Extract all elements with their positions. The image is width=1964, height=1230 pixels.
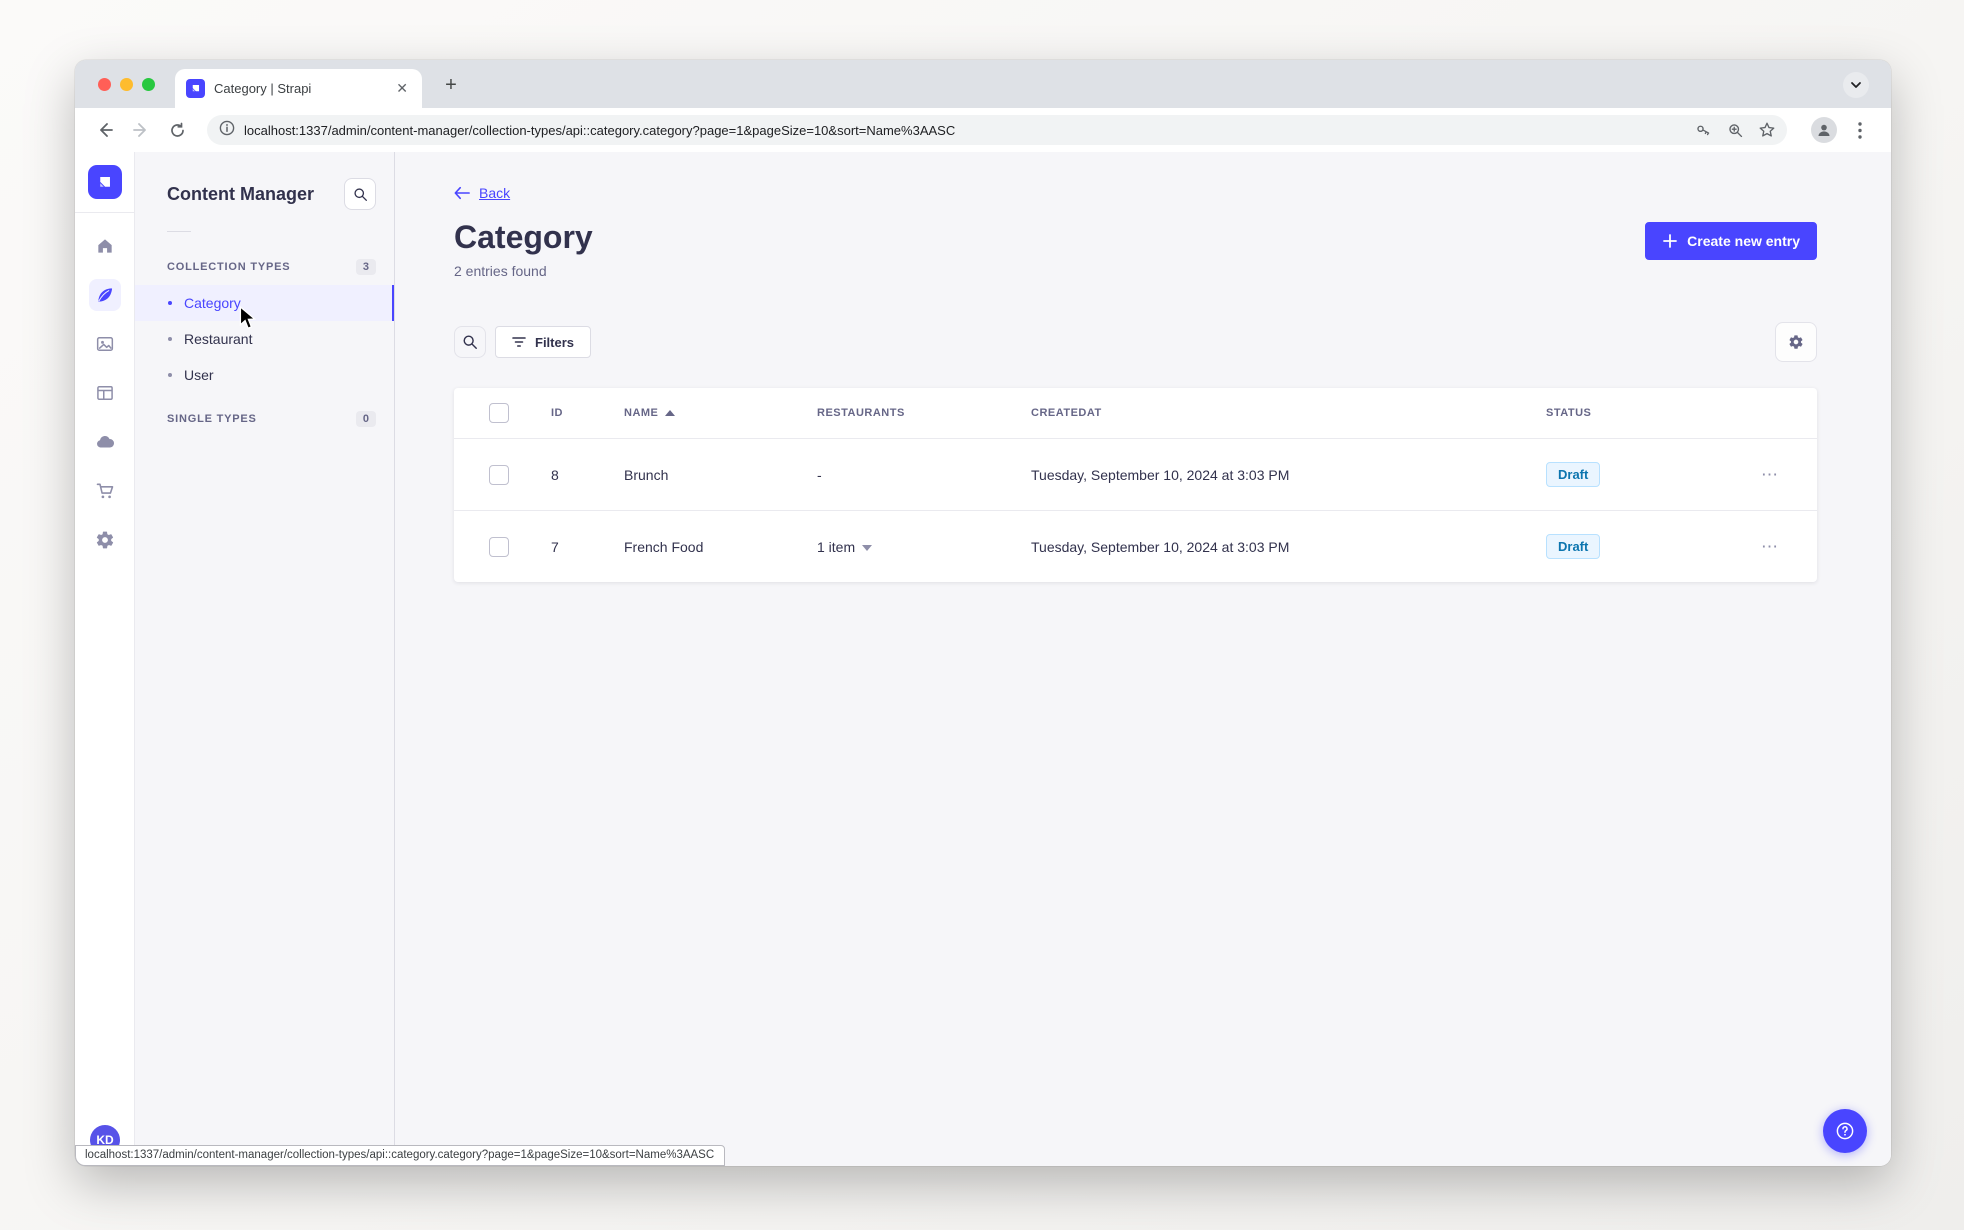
main-nav-rail: KD <box>75 152 135 1166</box>
cell-id: 8 <box>551 466 559 483</box>
address-bar[interactable]: localhost:1337/admin/content-manager/col… <box>207 115 1787 145</box>
entries-table: ID NAME RESTAURANTS CREATEDAT STATUS 8 B… <box>454 388 1817 582</box>
bullet-icon <box>168 301 172 305</box>
back-nav-icon[interactable] <box>91 116 119 144</box>
content-manager-subnav: Content Manager COLLECTION TYPES 3 Categ… <box>135 152 395 1166</box>
collection-types-list: Category Restaurant User <box>135 285 394 393</box>
back-link[interactable]: Back <box>454 185 510 201</box>
reload-icon[interactable] <box>163 116 191 144</box>
page-title: Category <box>454 219 593 255</box>
select-all-checkbox[interactable] <box>489 403 509 423</box>
page-info-icon[interactable] <box>219 120 235 141</box>
bullet-icon <box>168 373 172 377</box>
cell-restaurants: - <box>817 466 822 483</box>
mouse-cursor <box>237 305 259 335</box>
cell-name: French Food <box>624 538 704 555</box>
settings-gear-icon[interactable] <box>89 524 121 556</box>
filter-icon <box>512 337 526 347</box>
column-header-createdat[interactable]: CREATEDAT <box>1031 407 1546 419</box>
column-header-name[interactable]: NAME <box>624 407 817 419</box>
bookmark-star-icon[interactable] <box>1753 116 1781 144</box>
forward-nav-icon[interactable] <box>127 116 155 144</box>
subnav-search-button[interactable] <box>344 178 376 210</box>
content-manager-icon[interactable] <box>88 279 121 311</box>
maximize-window-button[interactable] <box>142 78 155 91</box>
single-types-count-badge: 0 <box>355 411 376 427</box>
divider <box>167 231 191 232</box>
sidebar-item-label: Category <box>184 295 241 311</box>
tab-close-icon[interactable]: ✕ <box>394 80 410 97</box>
plus-icon <box>1663 234 1678 248</box>
collection-types-count-badge: 3 <box>355 259 376 275</box>
browser-menu-icon[interactable] <box>1847 117 1873 143</box>
sidebar-item-restaurant[interactable]: Restaurant <box>135 321 394 357</box>
status-bar-url: localhost:1337/admin/content-manager/col… <box>75 1145 726 1166</box>
table-header-row: ID NAME RESTAURANTS CREATEDAT STATUS <box>454 388 1817 438</box>
sidebar-item-label: User <box>184 367 214 383</box>
subnav-title: Content Manager <box>167 183 315 204</box>
row-actions-menu-icon[interactable]: ⋯ <box>1744 537 1817 557</box>
minimize-window-button[interactable] <box>120 78 133 91</box>
help-button[interactable] <box>1823 1109 1867 1153</box>
entries-count: 2 entries found <box>454 263 547 279</box>
browser-toolbar: localhost:1337/admin/content-manager/col… <box>75 108 1891 152</box>
close-window-button[interactable] <box>98 78 111 91</box>
status-badge: Draft <box>1546 462 1601 487</box>
main-content: Back Category 2 entries found Create new… <box>395 152 1891 1166</box>
browser-window: Category | Strapi ✕ + localhost:1337/adm… <box>75 60 1891 1166</box>
status-badge: Draft <box>1546 534 1601 559</box>
cell-id: 7 <box>551 538 559 555</box>
marketplace-cart-icon[interactable] <box>89 475 121 507</box>
sort-ascending-icon <box>665 410 676 416</box>
home-icon[interactable] <box>89 230 121 262</box>
chevron-down-icon <box>862 544 873 551</box>
bullet-icon <box>168 337 172 341</box>
create-new-entry-button[interactable]: Create new entry <box>1645 222 1817 260</box>
table-row[interactable]: 7 French Food 1 item Tuesday, September … <box>454 510 1817 582</box>
filters-button[interactable]: Filters <box>495 326 592 358</box>
filters-label: Filters <box>535 334 575 350</box>
cloud-icon[interactable] <box>89 426 121 458</box>
table-row[interactable]: 8 Brunch - Tuesday, September 10, 2024 a… <box>454 438 1817 510</box>
table-search-button[interactable] <box>454 326 486 358</box>
row-checkbox[interactable] <box>489 464 509 485</box>
new-tab-button[interactable]: + <box>437 71 465 99</box>
cell-name: Brunch <box>624 466 669 483</box>
strapi-admin: KD Content Manager COLLECTION TYPES 3 Ca… <box>75 152 1891 1166</box>
cell-createdat: Tuesday, September 10, 2024 at 3:03 PM <box>1031 466 1290 483</box>
tab-search-button[interactable] <box>1843 72 1869 98</box>
column-header-status[interactable]: STATUS <box>1546 407 1744 419</box>
media-library-icon[interactable] <box>89 328 121 360</box>
content-type-builder-icon[interactable] <box>89 377 121 409</box>
browser-tab[interactable]: Category | Strapi ✕ <box>175 69 422 108</box>
cell-restaurants-dropdown[interactable]: 1 item <box>817 539 1031 555</box>
back-label: Back <box>479 185 511 201</box>
row-actions-menu-icon[interactable]: ⋯ <box>1744 465 1817 485</box>
strapi-logo[interactable] <box>87 165 122 199</box>
url-text[interactable]: localhost:1337/admin/content-manager/col… <box>244 123 1689 138</box>
zoom-page-icon[interactable] <box>1721 116 1749 144</box>
view-settings-button[interactable] <box>1775 322 1817 362</box>
window-controls <box>98 78 155 91</box>
password-key-icon[interactable] <box>1689 116 1717 144</box>
collection-types-label: COLLECTION TYPES <box>167 261 291 273</box>
sidebar-item-category[interactable]: Category <box>135 285 394 321</box>
tab-title: Category | Strapi <box>214 81 312 96</box>
column-header-restaurants[interactable]: RESTAURANTS <box>817 407 1031 419</box>
single-types-label: SINGLE TYPES <box>167 413 257 425</box>
column-header-id[interactable]: ID <box>551 407 624 419</box>
row-checkbox[interactable] <box>489 536 509 557</box>
profile-avatar-icon[interactable] <box>1811 117 1837 143</box>
strapi-favicon-icon <box>186 79 205 98</box>
create-new-entry-label: Create new entry <box>1687 233 1800 249</box>
tab-strip: Category | Strapi ✕ + <box>75 60 1891 108</box>
sidebar-item-user[interactable]: User <box>135 357 394 393</box>
cell-createdat: Tuesday, September 10, 2024 at 3:03 PM <box>1031 538 1290 555</box>
